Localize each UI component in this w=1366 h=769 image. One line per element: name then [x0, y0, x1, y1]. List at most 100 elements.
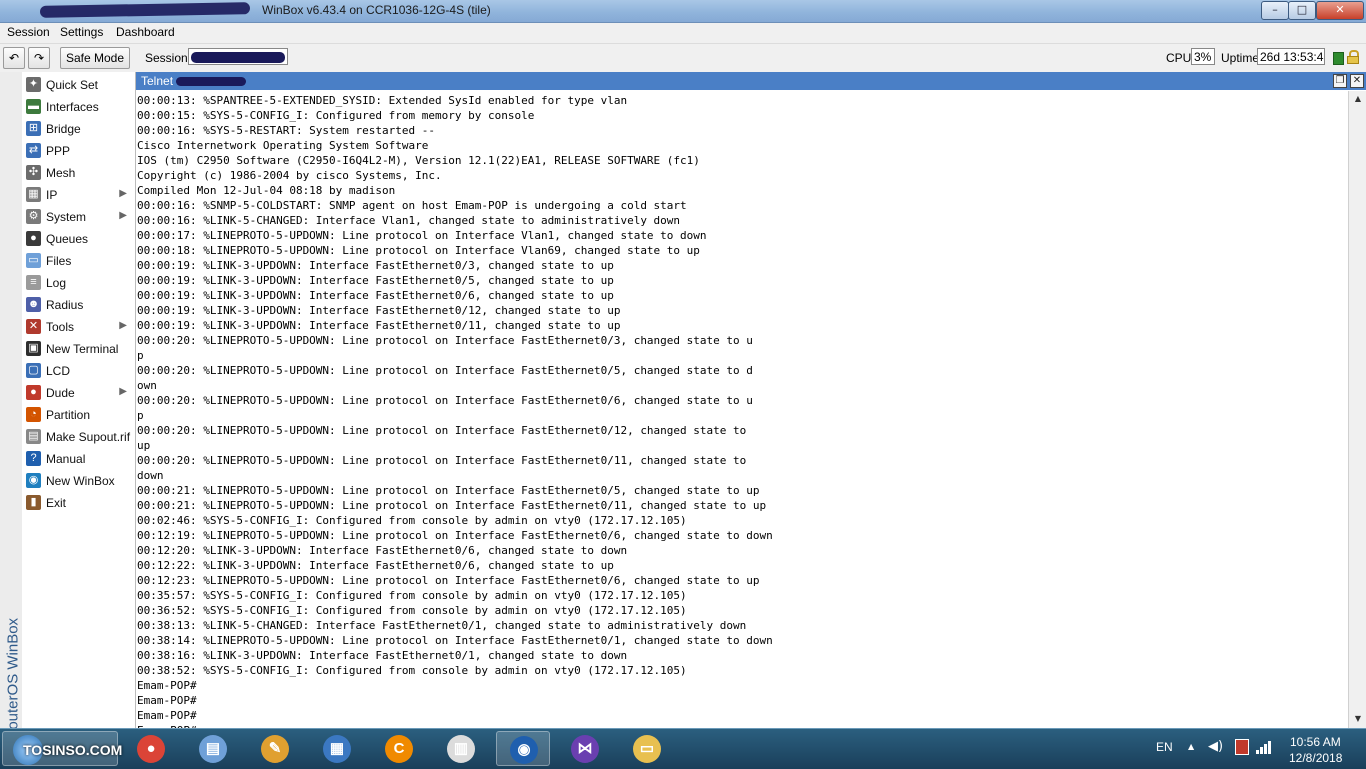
sidebar-item-label: Exit — [46, 496, 67, 510]
terminal-line: down — [137, 469, 164, 482]
sidebar-item-label: Make Supout.rif — [46, 430, 131, 444]
taskbar-app-winbox[interactable]: ◉ — [496, 731, 550, 766]
visual-studio-icon: ⋈ — [571, 735, 599, 763]
sidebar-item-dude[interactable]: ● Dude ▶ — [22, 382, 135, 404]
sidebar-item-partition[interactable]: ◔ Partition — [22, 404, 135, 426]
sidebar-item-bridge[interactable]: ⊞ Bridge — [22, 118, 135, 140]
terminal-line: 00:00:20: %LINEPROTO-5-UPDOWN: Line prot… — [137, 394, 753, 407]
sidebar-item-label: PPP — [46, 144, 71, 158]
volume-icon[interactable]: ◀) — [1208, 739, 1223, 754]
taskbar-app-notepad[interactable]: ▤ — [186, 731, 240, 766]
sidebar-item-label: Interfaces — [46, 100, 99, 114]
clock-date[interactable]: 12/8/2018 — [1289, 751, 1342, 765]
menu-settings[interactable]: Settings — [60, 25, 103, 39]
start-button[interactable]: TOSINSO.COM — [2, 731, 122, 766]
sidebar-item-radius[interactable]: ☻ Radius — [22, 294, 135, 316]
taskbar-app-paint[interactable]: ✎ — [248, 731, 302, 766]
safe-mode-button[interactable]: Safe Mode — [60, 47, 130, 69]
menu-session[interactable]: Session — [7, 25, 50, 39]
maximize-button[interactable]: □ — [1288, 1, 1316, 20]
telnet-title: Telnet — [141, 74, 247, 88]
language-indicator[interactable]: EN — [1156, 740, 1173, 754]
scroll-down-icon[interactable]: ▼ — [1349, 711, 1366, 727]
sidebar-item-interfaces[interactable]: ▬ Interfaces — [22, 96, 135, 118]
sidebar-item-ppp[interactable]: ⇄ PPP — [22, 140, 135, 162]
taskbar: TOSINSO.COM ● ▤ ✎ ▦ C ▥ ◉ ⋈ ▭ EN ▲ ◀) 10:56 AM 1… — [0, 728, 1366, 769]
taskbar-app-visual-studio[interactable]: ⋈ — [558, 731, 612, 766]
explorer-icon: ▭ — [633, 735, 661, 763]
redacted-host — [176, 77, 247, 87]
close-button[interactable]: ✕ — [1316, 1, 1364, 20]
sidebar-item-lcd[interactable]: ▢ LCD — [22, 360, 135, 382]
sidebar-item-files[interactable]: ▭ Files — [22, 250, 135, 272]
taskbar-app-remote-desktop[interactable]: ▦ — [310, 731, 364, 766]
sidebar-item-system[interactable]: ⚙ System ▶ — [22, 206, 135, 228]
sidebar-item-new-winbox[interactable]: ◉ New WinBox — [22, 470, 135, 492]
terminal-line: IOS (tm) C2950 Software (C2950-I6Q4L2-M)… — [137, 154, 700, 167]
sidebar-item-mesh[interactable]: ✣ Mesh — [22, 162, 135, 184]
sidebar-item-label: Radius — [46, 298, 84, 312]
terminal-line: 00:00:16: %LINK-5-CHANGED: Interface Vla… — [137, 214, 681, 227]
terminal-line: 00:00:19: %LINK-3-UPDOWN: Interface Fast… — [137, 319, 621, 332]
sidebar-item-log[interactable]: ≡ Log — [22, 272, 135, 294]
terminal-output[interactable]: 00:00:13: %SPANTREE-5-EXTENDED_SYSID: Ex… — [136, 91, 1348, 728]
redacted-session — [191, 52, 285, 64]
sidebar-item-manual[interactable]: ? Manual — [22, 448, 135, 470]
sidebar-item-new-terminal[interactable]: ▣ New Terminal — [22, 338, 135, 360]
terminal-line: Emam-POP# — [137, 679, 197, 692]
sidebar-item-ip[interactable]: ▦ IP ▶ — [22, 184, 135, 206]
vertical-scrollbar[interactable]: ▲ ▼ — [1348, 91, 1366, 728]
terminal-line: 00:38:14: %LINEPROTO-5-UPDOWN: Line prot… — [137, 634, 773, 647]
terminal-line: up — [137, 439, 151, 452]
session-field[interactable] — [188, 48, 288, 65]
uptime-value: 26d 13:53:43 — [1257, 48, 1325, 65]
cpu-value: 3% — [1191, 48, 1215, 65]
terminal-line: 00:35:57: %SYS-5-CONFIG_I: Configured fr… — [137, 589, 687, 602]
sidebar-item-exit[interactable]: ▮ Exit — [22, 492, 135, 514]
undo-button[interactable]: ↶ — [3, 47, 25, 69]
log-icon: ≡ — [26, 275, 41, 290]
redo-button[interactable]: ↷ — [28, 47, 50, 69]
terminal-line: 00:00:20: %LINEPROTO-5-UPDOWN: Line prot… — [137, 364, 753, 377]
bridge-icon: ⊞ — [26, 121, 41, 136]
taskbar-app-explorer[interactable]: ▭ — [620, 731, 674, 766]
lock-icon[interactable] — [1347, 50, 1359, 64]
document-icon: ▤ — [26, 429, 41, 444]
sidebar-item-queues[interactable]: ● Queues — [22, 228, 135, 250]
terminal-line: Cisco Internetwork Operating System Soft… — [137, 139, 429, 152]
redo-icon: ↷ — [33, 51, 45, 65]
clock-time[interactable]: 10:56 AM — [1290, 735, 1341, 749]
close-window-icon[interactable]: ✕ — [1350, 74, 1364, 88]
taskbar-app-ccleaner[interactable]: C — [372, 731, 426, 766]
terminal-line: 00:00:17: %LINEPROTO-5-UPDOWN: Line prot… — [137, 229, 707, 242]
sidebar-item-make-supout-rif[interactable]: ▤ Make Supout.rif — [22, 426, 135, 448]
terminal-line: 00:00:13: %SPANTREE-5-EXTENDED_SYSID: Ex… — [137, 94, 628, 107]
taskbar-app-calculator[interactable]: ▥ — [434, 731, 488, 766]
menu-bar: Session Settings Dashboard — [0, 23, 1366, 43]
network-icon[interactable] — [1256, 740, 1272, 754]
terminal-line: 00:00:19: %LINK-3-UPDOWN: Interface Fast… — [137, 304, 621, 317]
scroll-up-icon[interactable]: ▲ — [1349, 91, 1366, 107]
folder-icon: ▭ — [26, 253, 41, 268]
sidebar-item-quick-set[interactable]: ✦ Quick Set — [22, 74, 135, 96]
sidebar-menu: ✦ Quick Set ▬ Interfaces ⊞ Bridge ⇄ PPP ✣ Mesh ▦ IP… — [22, 72, 136, 728]
restore-window-icon[interactable]: ❐ — [1333, 74, 1347, 88]
terminal-line: 00:00:20: %LINEPROTO-5-UPDOWN: Line prot… — [137, 454, 747, 467]
sidebar-item-label: System — [46, 210, 87, 224]
terminal-line: own — [137, 379, 157, 392]
dude-icon: ● — [26, 385, 41, 400]
terminal-line: 00:00:16: %SNMP-5-COLDSTART: SNMP agent … — [137, 199, 687, 212]
sidebar-item-label: Tools — [46, 320, 75, 334]
tools-icon: ✕ — [26, 319, 41, 334]
terminal-line: 00:38:16: %LINK-3-UPDOWN: Interface Fast… — [137, 649, 628, 662]
taskbar-app-chrome[interactable]: ● — [124, 731, 178, 766]
show-hidden-icons-icon[interactable]: ▲ — [1188, 742, 1194, 751]
minimize-button[interactable]: – — [1261, 1, 1289, 20]
sidebar-item-tools[interactable]: ✕ Tools ▶ — [22, 316, 135, 338]
ppp-icon: ⇄ — [26, 143, 41, 158]
menu-dashboard[interactable]: Dashboard — [116, 25, 175, 39]
terminal-line: Emam-POP# — [137, 709, 197, 722]
alert-icon[interactable] — [1235, 739, 1249, 755]
interfaces-icon: ▬ — [26, 99, 41, 114]
terminal-line: 00:12:22: %LINK-3-UPDOWN: Interface Fast… — [137, 559, 614, 572]
